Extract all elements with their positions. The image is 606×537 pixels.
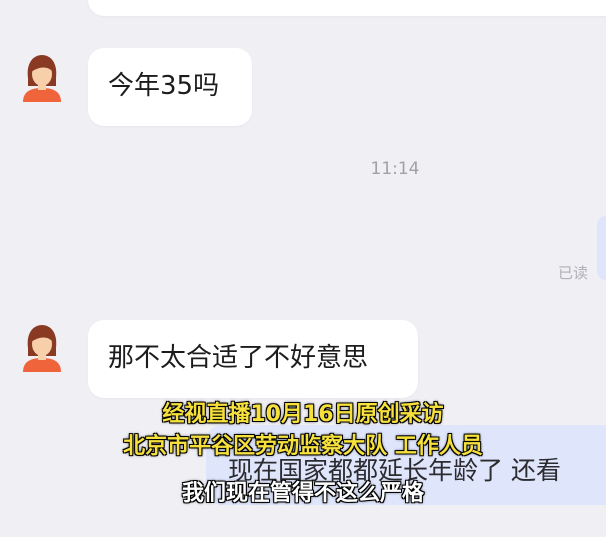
outgoing-message-bubble-partial[interactable] xyxy=(597,216,606,280)
avatar[interactable] xyxy=(20,322,64,372)
avatar[interactable] xyxy=(20,52,64,102)
subtitle-line-3: 我们现在管得不这么严格 xyxy=(181,481,424,506)
message-bubble[interactable]: 今年35吗 xyxy=(88,48,252,126)
message-bubble-partial xyxy=(88,0,606,16)
read-receipt: 已读 xyxy=(557,264,588,282)
message-text: 今年35吗 xyxy=(108,71,220,101)
subtitle-line-1: 经视直播10月16日原创采访 xyxy=(162,402,444,427)
timestamp: 11:14 xyxy=(370,159,420,179)
subtitle-line-2: 北京市平谷区劳动监察大队 工作人员 xyxy=(123,434,484,459)
message-text: 那不太合适了不好意思 xyxy=(108,343,369,373)
message-bubble[interactable]: 那不太合适了不好意思 xyxy=(88,320,418,398)
